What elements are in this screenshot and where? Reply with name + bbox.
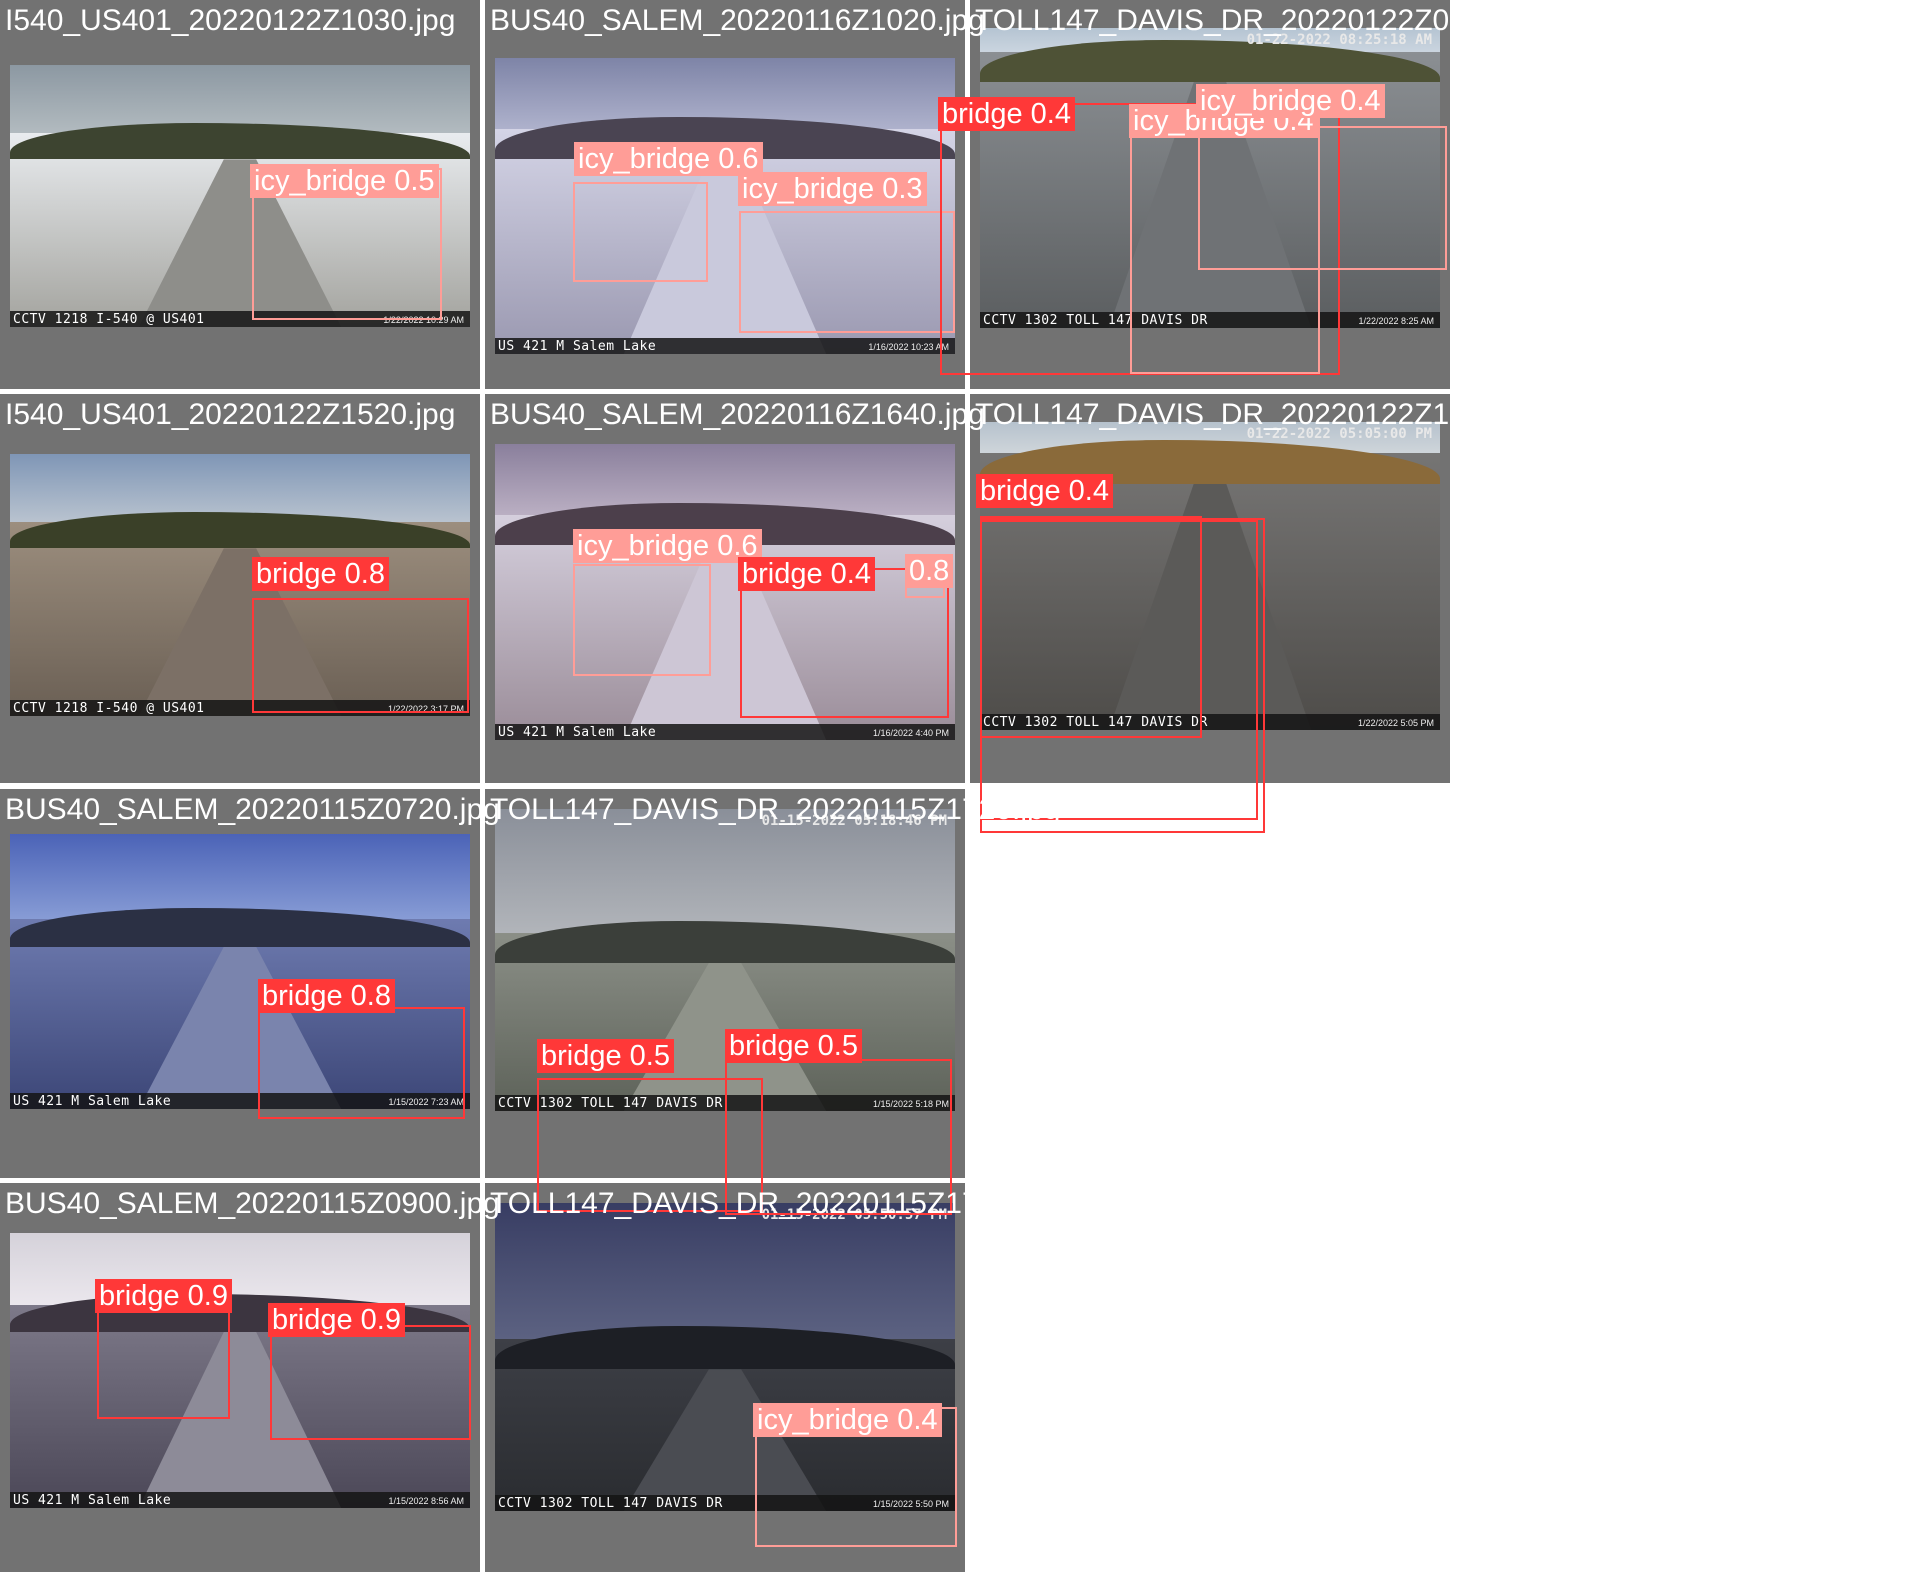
detection-box: [739, 211, 955, 333]
result-tile: CCTV 1218 I-540 @ US401 1/22/2022 10:29 A…: [0, 0, 480, 389]
detection-box: [270, 1325, 471, 1440]
camera-label: US 421 M Salem Lake: [498, 339, 657, 354]
detection-label: icy_bridge 0.4: [753, 1403, 942, 1437]
camera-timestamp: 1/16/2022 4:40 PM: [872, 728, 949, 738]
detection-label: bridge 0.8: [252, 557, 389, 591]
result-tile: US 421 M Salem Lake 1/16/2022 4:40 PM BUS4…: [485, 394, 985, 783]
camera-label: CCTV 1302 TOLL 147 DAVIS DR: [498, 1496, 723, 1511]
result-tile: CCTV 1302 TOLL 147 DAVIS DR 1/22/2022 5:0…: [970, 394, 1548, 833]
result-tile: US 421 M Salem Lake 1/15/2022 7:23 AM BUS4…: [0, 789, 500, 1178]
detection-box: [1198, 126, 1447, 270]
result-tile: US 421 M Salem Lake 1/15/2022 8:56 AM BUS4…: [0, 1183, 500, 1572]
detection-box: [252, 598, 469, 713]
image-filename: I540_US401_20220122Z1030.jpg: [5, 4, 456, 37]
result-tile: CCTV 1218 I-540 @ US401 1/22/2022 3:17 PM…: [0, 394, 480, 783]
detection-label: bridge 0.5: [537, 1039, 674, 1073]
camera-timestamp: 1/22/2022 5:05 PM: [1357, 718, 1434, 728]
detection-box: [573, 182, 708, 282]
result-tile: US 421 M Salem Lake 1/16/2022 10:23 AM BUS…: [485, 0, 985, 389]
detection-label: bridge 0.4: [738, 557, 875, 591]
image-filename: TOLL147_DAVIS_DR_20220115Z1755.jpg: [490, 1187, 1061, 1220]
detection-label: icy_bridge 0.3: [738, 172, 927, 206]
result-tile: CCTV 1302 TOLL 147 DAVIS DR 1/22/2022 8:2…: [938, 0, 1548, 389]
camera-label: CCTV 1218 I-540 @ US401: [13, 701, 205, 716]
camera-label: US 421 M Salem Lake: [498, 725, 657, 740]
detection-label: icy_bridge 0.4: [1196, 84, 1385, 118]
detection-box: [258, 1007, 465, 1119]
camera-label: CCTV 1218 I-540 @ US401: [13, 312, 205, 327]
detection-label: bridge 0.4: [976, 474, 1113, 508]
detection-label: bridge 0.8: [258, 979, 395, 1013]
detection-box: [573, 564, 711, 676]
image-filename: BUS40_SALEM_20220115Z0900.jpg: [5, 1187, 500, 1220]
detection-box: [980, 520, 1258, 820]
detection-label: icy_bridge 0.6: [574, 142, 763, 176]
detection-box: [97, 1305, 230, 1419]
image-filename: BUS40_SALEM_20220116Z1020.jpg: [490, 4, 985, 37]
camera-label: US 421 M Salem Lake: [13, 1493, 172, 1508]
camera-timestamp: 1/15/2022 8:56 AM: [388, 1496, 464, 1506]
image-filename: BUS40_SALEM_20220116Z1640.jpg: [490, 398, 985, 431]
detection-label: icy_bridge 0.6: [573, 529, 762, 563]
detection-mosaic: CCTV 1218 I-540 @ US401 1/22/2022 10:29 A…: [0, 0, 1920, 1572]
detection-label: 0.8: [905, 554, 954, 588]
camera-timestamp: 1/22/2022 8:25 AM: [1358, 316, 1434, 326]
detection-label: icy_bridge 0.5: [250, 164, 439, 198]
image-filename: TOLL147_DAVIS_DR_20220122Z0830.jpg: [975, 4, 1548, 37]
detection-label: bridge 0.9: [268, 1303, 405, 1337]
camera-label: US 421 M Salem Lake: [13, 1094, 172, 1109]
image-filename: BUS40_SALEM_20220115Z0720.jpg: [5, 793, 500, 826]
camera-timestamp: 1/16/2022 10:23 AM: [868, 342, 949, 352]
detection-label: bridge 0.9: [95, 1279, 232, 1313]
detection-label: bridge 0.5: [725, 1029, 862, 1063]
image-filename: TOLL147_DAVIS_DR_20220115Z1720.jpg: [490, 793, 1061, 826]
result-tile: CCTV 1302 TOLL 147 DAVIS DR 1/15/2022 5:1…: [485, 789, 1060, 1215]
result-tile: CCTV 1302 TOLL 147 DAVIS DR 1/15/2022 5:5…: [485, 1183, 1060, 1572]
image-filename: I540_US401_20220122Z1520.jpg: [5, 398, 456, 431]
detection-label: bridge 0.4: [938, 97, 1075, 131]
image-filename: TOLL147_DAVIS_DR_20220122Z1710.jpg: [975, 398, 1548, 431]
